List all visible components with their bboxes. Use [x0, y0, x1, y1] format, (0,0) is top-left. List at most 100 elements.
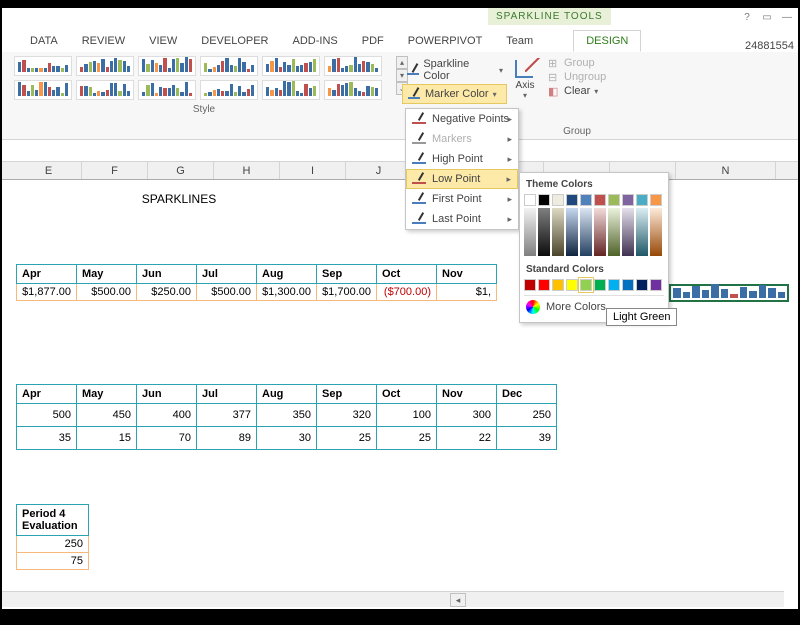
scroll-left-icon[interactable]: ◂ [450, 593, 466, 607]
ribbon-options-icon[interactable]: ▭ [760, 10, 774, 24]
style-item[interactable] [138, 56, 196, 76]
marker-color-button[interactable]: Marker Color ▾ [402, 84, 507, 104]
column-header[interactable]: I [280, 162, 346, 179]
color-swatch-column[interactable] [636, 208, 648, 256]
color-swatch[interactable] [524, 279, 536, 291]
table-cell[interactable]: 350 [257, 404, 317, 427]
color-swatch-column[interactable] [622, 208, 634, 256]
color-swatch[interactable] [608, 194, 620, 206]
axis-group[interactable]: Axis ▾ [510, 56, 540, 100]
scroll-track[interactable] [468, 593, 782, 607]
style-item[interactable] [262, 80, 320, 100]
sparkline-color-button[interactable]: Sparkline Color ▾ [402, 56, 507, 84]
group-button[interactable]: ⊞Group [546, 56, 616, 70]
color-swatch[interactable] [580, 279, 592, 291]
column-header[interactable]: N [676, 162, 776, 179]
color-swatch-column[interactable] [594, 208, 606, 256]
color-swatch-column[interactable] [566, 208, 578, 256]
minimize-icon[interactable]: — [780, 10, 794, 24]
menu-negative-points[interactable]: Negative Points▸ [406, 109, 518, 129]
table-3-cell[interactable]: 75 [17, 553, 89, 570]
clear-button[interactable]: ◧Clear ▾ [546, 84, 616, 98]
column-header[interactable]: E [16, 162, 82, 179]
menu-low-point[interactable]: Low Point▸ [406, 169, 518, 189]
table-cell[interactable]: ($700.00) [377, 284, 437, 301]
table-cell[interactable]: 100 [377, 404, 437, 427]
color-swatch[interactable] [566, 279, 578, 291]
tab-pdf[interactable]: PDF [350, 31, 396, 51]
style-gallery[interactable] [14, 56, 394, 100]
tab-developer[interactable]: DEVELOPER [189, 31, 280, 51]
table-cell[interactable]: 89 [197, 427, 257, 450]
column-header[interactable]: H [214, 162, 280, 179]
color-swatch-column[interactable] [524, 208, 536, 256]
color-swatch[interactable] [636, 279, 648, 291]
menu-high-point[interactable]: High Point▸ [406, 149, 518, 169]
table-cell[interactable]: 39 [497, 427, 557, 450]
table-cell[interactable]: 500 [17, 404, 77, 427]
help-icon[interactable]: ? [740, 10, 754, 24]
color-swatch[interactable] [636, 194, 648, 206]
table-cell[interactable]: 450 [77, 404, 137, 427]
table-cell[interactable]: 15 [77, 427, 137, 450]
table-cell[interactable]: 22 [437, 427, 497, 450]
color-swatch[interactable] [538, 279, 550, 291]
table-cell[interactable]: 25 [377, 427, 437, 450]
table-cell[interactable]: $1, [437, 284, 497, 301]
color-swatch[interactable] [580, 194, 592, 206]
style-item[interactable] [324, 80, 382, 100]
color-swatch[interactable] [594, 279, 606, 291]
menu-first-point[interactable]: First Point▸ [406, 189, 518, 209]
style-item[interactable] [200, 80, 258, 100]
style-item[interactable] [262, 56, 320, 76]
table-cell[interactable]: 300 [437, 404, 497, 427]
tab-addins[interactable]: ADD-INS [281, 31, 350, 51]
table-cell[interactable]: 70 [137, 427, 197, 450]
color-swatch[interactable] [622, 279, 634, 291]
color-swatch[interactable] [650, 194, 662, 206]
table-cell[interactable]: 25 [317, 427, 377, 450]
tab-review[interactable]: REVIEW [70, 31, 137, 51]
tab-data[interactable]: DATA [18, 31, 70, 51]
tab-view[interactable]: VIEW [137, 31, 189, 51]
color-swatch-column[interactable] [608, 208, 620, 256]
color-swatch[interactable] [608, 279, 620, 291]
table-cell[interactable]: $250.00 [137, 284, 197, 301]
tab-design[interactable]: DESIGN [573, 30, 641, 52]
color-swatch[interactable] [552, 194, 564, 206]
color-swatch[interactable] [538, 194, 550, 206]
menu-last-point[interactable]: Last Point▸ [406, 209, 518, 229]
tab-powerpivot[interactable]: POWERPIVOT [396, 31, 495, 51]
table-cell[interactable]: 377 [197, 404, 257, 427]
style-item[interactable] [200, 56, 258, 76]
style-item[interactable] [14, 80, 72, 100]
table-cell[interactable]: 400 [137, 404, 197, 427]
selected-sparkline-cell[interactable] [669, 284, 789, 302]
table-cell[interactable]: $500.00 [77, 284, 137, 301]
table-cell[interactable]: 35 [17, 427, 77, 450]
table-cell[interactable]: 320 [317, 404, 377, 427]
worksheet[interactable]: SPARKLINES AprMayJunJulAugSepOctNov $1,8… [2, 180, 798, 590]
color-swatch[interactable] [524, 194, 536, 206]
color-swatch-column[interactable] [580, 208, 592, 256]
table-cell[interactable]: 30 [257, 427, 317, 450]
column-header[interactable]: F [82, 162, 148, 179]
ungroup-button[interactable]: ⊟Ungroup [546, 70, 616, 84]
color-swatch-column[interactable] [650, 208, 662, 256]
color-swatch-column[interactable] [538, 208, 550, 256]
table-cell[interactable]: $1,300.00 [257, 284, 317, 301]
style-item[interactable] [324, 56, 382, 76]
color-swatch[interactable] [594, 194, 606, 206]
style-item[interactable] [76, 56, 134, 76]
color-swatch[interactable] [622, 194, 634, 206]
horizontal-scrollbar[interactable]: ◂ [2, 591, 784, 607]
table-cell[interactable]: $1,877.00 [17, 284, 77, 301]
style-item[interactable] [14, 56, 72, 76]
style-item[interactable] [76, 80, 134, 100]
color-swatch[interactable] [566, 194, 578, 206]
menu-markers[interactable]: Markers▸ [406, 129, 518, 149]
color-swatch-column[interactable] [552, 208, 564, 256]
color-swatch[interactable] [650, 279, 662, 291]
table-cell[interactable]: 250 [497, 404, 557, 427]
column-header[interactable]: G [148, 162, 214, 179]
